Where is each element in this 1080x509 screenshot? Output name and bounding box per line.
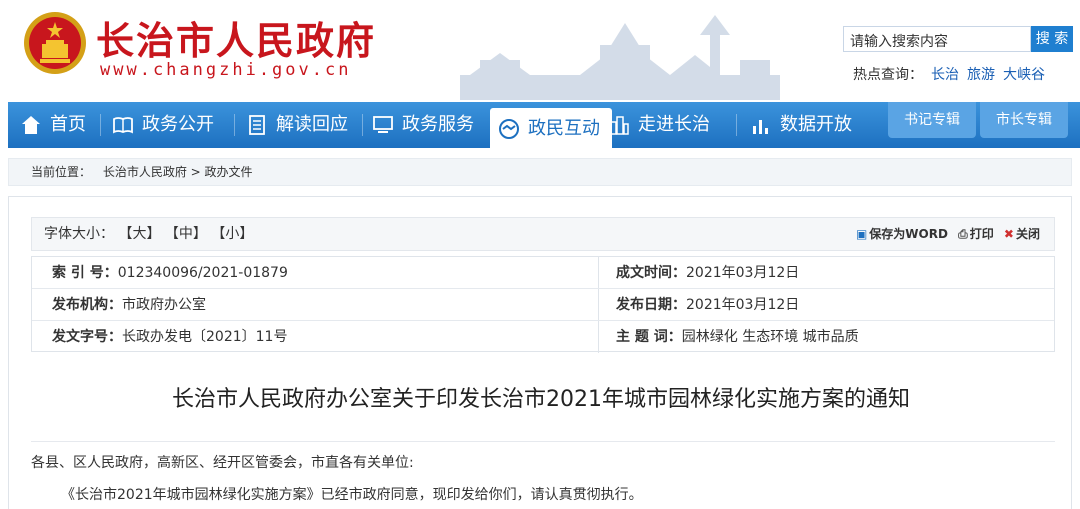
metadata-table: 索 引 号：012340096/2021-01879 成文时间：2021年03月… <box>31 256 1055 353</box>
divider <box>31 441 1055 442</box>
monitor-icon <box>373 116 393 133</box>
meta-row: 索 引 号：012340096/2021-01879 成文时间：2021年03月… <box>32 257 1054 289</box>
breadcrumb-label: 当前位置： <box>31 165 92 179</box>
document-paragraph: 《长治市2021年城市园林绿化实施方案》已经市政府同意，现印发给你们，请认真贯彻… <box>61 487 643 503</box>
document-icon <box>249 115 265 135</box>
article-container: 字体大小： 【大】 【中】 【小】 ▣ 保存为WORD ⎙ 打印 ✖ 关闭 索 引 号… <box>8 196 1072 509</box>
secretary-special-button[interactable]: 书记专辑 <box>888 102 976 138</box>
published-label: 发布日期： <box>616 297 686 313</box>
created-value: 2021年03月12日 <box>686 265 800 281</box>
nav-item-label: 政民互动 <box>528 118 600 139</box>
toolbar-actions: ▣ 保存为WORD ⎙ 打印 ✖ 关闭 <box>850 218 1040 250</box>
home-icon <box>22 116 40 134</box>
breadcrumb: 当前位置： 长治市人民政府 > 政办文件 <box>8 158 1072 186</box>
font-size-large[interactable]: 【大】 <box>118 226 160 242</box>
created-label: 成文时间： <box>616 265 686 281</box>
nav-item-label: 政务服务 <box>402 114 474 135</box>
close-icon: ✖ <box>1003 227 1014 241</box>
hot-link-canyon[interactable]: 大峡谷 <box>1003 67 1045 83</box>
site-title: 长治市人民政府 <box>96 18 377 63</box>
docno-label: 发文字号： <box>52 329 122 345</box>
nav-item-interpretation[interactable]: 解读回应 <box>246 102 348 148</box>
document-title: 长治市人民政府办公室关于印发长治市2021年城市园林绿化实施方案的通知 <box>172 387 910 412</box>
search-button[interactable]: 搜 索 <box>1031 26 1073 52</box>
word-icon: ▣ <box>855 227 868 241</box>
site-url: www.changzhi.gov.cn <box>100 60 352 80</box>
publisher-label: 发布机构： <box>52 297 122 313</box>
nav-item-services[interactable]: 政务服务 <box>372 102 474 148</box>
docno-value: 长政办发电〔2021〕11号 <box>122 329 288 345</box>
nav-item-label: 数据开放 <box>780 114 852 135</box>
document-salutation: 各县、区人民政府，高新区、经开区管委会，市直各有关单位: <box>31 455 414 471</box>
nav-item-label: 政务公开 <box>142 114 214 135</box>
close-button[interactable]: 关闭 <box>1016 227 1040 241</box>
print-icon: ⎙ <box>958 227 968 241</box>
search-input[interactable]: 请输入搜索内容 <box>843 26 1031 52</box>
nav-item-open-data[interactable]: 数据开放 <box>750 102 852 148</box>
save-word-button[interactable]: 保存为WORD <box>869 227 948 241</box>
index-value: 012340096/2021-01879 <box>117 265 288 281</box>
nav-item-label: 走进长治 <box>638 114 710 135</box>
nav-item-home[interactable]: 首页 <box>20 102 86 148</box>
hot-link-tourism[interactable]: 旅游 <box>967 67 995 83</box>
national-emblem-icon <box>24 12 86 74</box>
topic-value: 园林绿化 生态环境 城市品质 <box>681 329 859 345</box>
nav-item-label: 首页 <box>50 114 86 135</box>
hot-search-label: 热点查询： <box>853 67 923 83</box>
nav-item-label: 解读回应 <box>276 114 348 135</box>
font-size-label: 字体大小： <box>44 226 114 242</box>
nav-item-gov-affairs[interactable]: 政务公开 <box>112 102 214 148</box>
handshake-icon <box>499 119 519 139</box>
breadcrumb-path[interactable]: 长治市人民政府 > 政办文件 <box>103 165 253 179</box>
topic-label: 主 题 词： <box>616 329 682 345</box>
toolbar: 字体大小： 【大】 【中】 【小】 ▣ 保存为WORD ⎙ 打印 ✖ 关闭 <box>31 217 1055 251</box>
publisher-value: 市政府办公室 <box>122 297 206 313</box>
hot-link-changzhi[interactable]: 长治 <box>931 67 959 83</box>
mayor-special-button[interactable]: 市长专辑 <box>980 102 1068 138</box>
font-size-small[interactable]: 【小】 <box>211 226 253 242</box>
bar-chart-icon <box>753 120 768 134</box>
nav-item-interaction[interactable]: 政民互动 <box>490 108 612 150</box>
meta-row: 发布机构：市政府办公室 发布日期：2021年03月12日 <box>32 289 1054 321</box>
book-icon <box>113 117 133 134</box>
published-value: 2021年03月12日 <box>686 297 800 313</box>
nav-item-about-city[interactable]: 走进长治 <box>608 102 710 148</box>
font-size-medium[interactable]: 【中】 <box>165 226 207 242</box>
hot-search: 热点查询： 长治 旅游 大峡谷 <box>853 64 1045 84</box>
city-skyline-illustration <box>460 15 780 100</box>
print-button[interactable]: 打印 <box>970 227 994 241</box>
site-header: 长治市人民政府 www.changzhi.gov.cn 请输入搜索内容 搜 索 … <box>0 0 1080 100</box>
meta-row: 发文字号：长政办发电〔2021〕11号 主 题 词：园林绿化 生态环境 城市品质 <box>32 321 1054 353</box>
index-label: 索 引 号： <box>52 265 118 281</box>
